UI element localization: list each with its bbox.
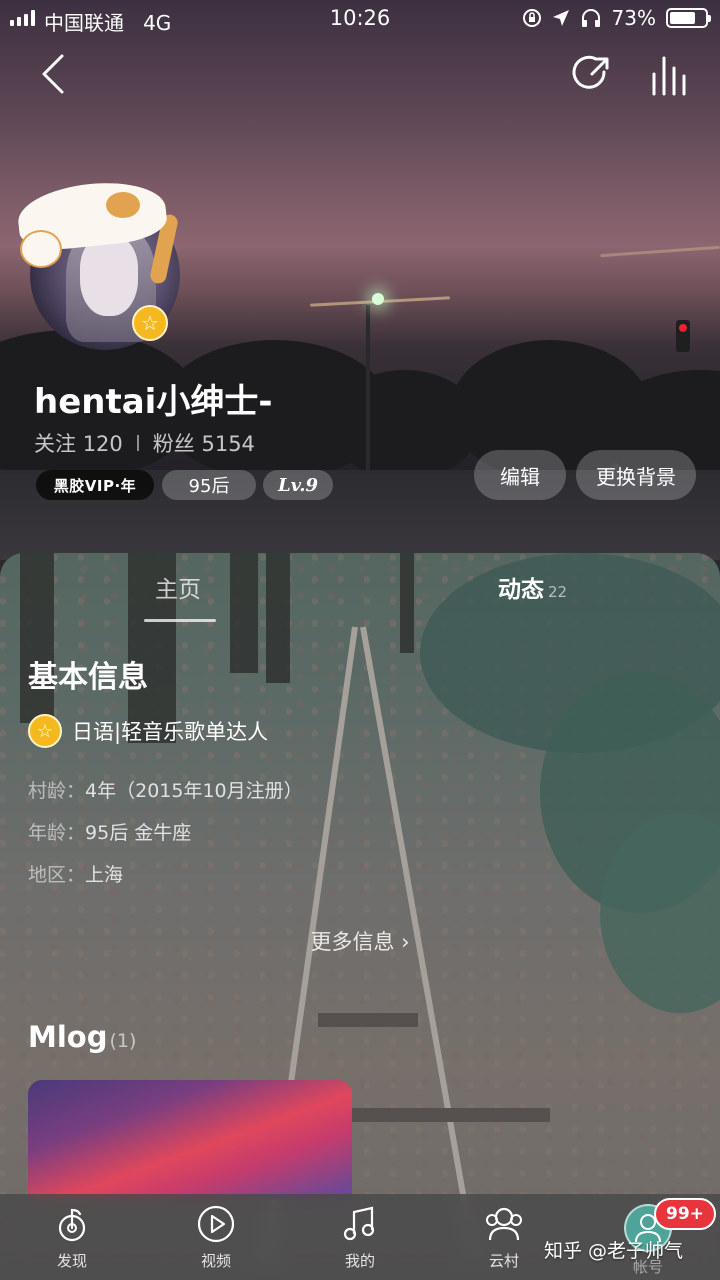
village-age-row: 村龄：4年（2015年10月注册） <box>28 780 303 802</box>
nav-discover-label: 发现 <box>56 1252 87 1270</box>
nav-mine-label: 我的 <box>344 1252 375 1270</box>
status-bar: 中国联通 4G 10:26 73% <box>0 0 720 38</box>
nav-village-label: 云村 <box>488 1252 519 1270</box>
location-icon <box>552 10 569 26</box>
age-row: 年龄：95后 金牛座 <box>28 822 192 844</box>
battery-icon <box>666 8 711 28</box>
nav-village[interactable]: 云村 <box>454 1202 554 1271</box>
star-icon: ☆ <box>132 305 168 341</box>
username: hentai小绅士- <box>34 382 273 422</box>
tab-home[interactable]: 主页 <box>140 570 216 604</box>
chevron-left-icon <box>42 54 64 94</box>
active-tab-indicator <box>144 619 216 622</box>
star-icon: ☆ <box>28 714 62 748</box>
mlog-section-title: Mlog (1) <box>28 1020 137 1054</box>
edit-profile-button[interactable]: 编辑 <box>474 450 566 500</box>
region-row: 地区：上海 <box>28 864 124 886</box>
level-badge[interactable]: Lv.9 <box>263 470 333 500</box>
tab-feed[interactable]: 动态 22 <box>498 570 567 604</box>
followers-link[interactable]: 粉丝 5154 <box>153 428 255 458</box>
back-button[interactable] <box>36 52 76 96</box>
vip-badge[interactable]: 黑胶VIP·年 <box>36 470 154 500</box>
headphones-icon <box>581 9 600 27</box>
music-note-circle-icon <box>58 1208 86 1242</box>
basic-info-title: 基本信息 <box>28 660 148 695</box>
nav-video-label: 视频 <box>200 1252 231 1270</box>
share-button[interactable] <box>570 54 612 96</box>
equalizer-icon <box>652 56 686 96</box>
community-icon <box>486 1207 522 1241</box>
following-link[interactable]: 关注 120 <box>34 428 123 458</box>
now-playing-button[interactable] <box>648 54 694 98</box>
mlog-thumbnail[interactable] <box>28 1080 352 1200</box>
rotation-lock-icon <box>522 9 541 27</box>
age-tag: 95后 <box>162 470 256 500</box>
expert-badge-label: 日语|轻音乐歌单达人 <box>72 720 269 744</box>
expert-badge[interactable]: ☆ 日语|轻音乐歌单达人 <box>28 714 268 748</box>
nav-discover[interactable]: 发现 <box>22 1202 122 1271</box>
play-circle-icon <box>197 1205 235 1243</box>
follow-stats: 关注 120 粉丝 5154 <box>34 428 255 458</box>
watermark: 知乎 @老子帅气 <box>544 1240 684 1262</box>
nav-mine[interactable]: 我的 <box>310 1202 410 1271</box>
more-info-link[interactable]: 更多信息 › <box>0 926 720 956</box>
notification-badge: 99+ <box>654 1198 716 1230</box>
share-icon <box>572 55 609 89</box>
battery-percent: 73% <box>611 6 656 30</box>
stats-divider <box>136 435 139 451</box>
feed-count: 22 <box>548 583 568 601</box>
nav-video[interactable]: 视频 <box>166 1202 266 1271</box>
change-background-button[interactable]: 更换背景 <box>576 450 696 500</box>
music-note-icon <box>343 1206 375 1241</box>
